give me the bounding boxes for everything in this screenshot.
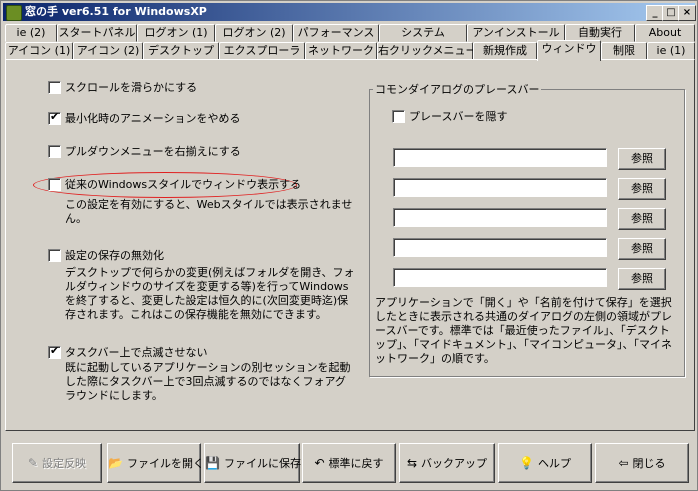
classic-style-checkbox[interactable]: [48, 178, 61, 191]
apply-button[interactable]: ✎ 設定反映: [12, 443, 102, 483]
disable-save-checkbox[interactable]: [48, 249, 61, 262]
tab-right-click-menu[interactable]: 右クリックメニュー: [377, 42, 477, 60]
places-path-input-2[interactable]: [393, 178, 607, 197]
check-icon: ✔: [50, 344, 60, 357]
folder-open-icon: 📂: [108, 456, 123, 470]
min-animation-label[interactable]: 最小化時のアニメーションをやめる: [65, 110, 241, 126]
disable-save-label[interactable]: 設定の保存の無効化: [65, 247, 164, 263]
smooth-scroll-checkbox[interactable]: [48, 81, 61, 94]
tab-performance[interactable]: パフォーマンス: [293, 24, 379, 42]
min-animation-checkbox[interactable]: ✔: [48, 110, 61, 125]
open-file-button[interactable]: 📂 ファイルを開く: [107, 443, 204, 483]
tab-start-panel[interactable]: スタートパネル: [57, 24, 137, 42]
disable-save-desc: デスクトップで何らかの変更(例えばフォルダを開き、フォルダウィンドウのサイズを変…: [65, 266, 355, 321]
places-path-input-1[interactable]: [393, 148, 607, 167]
backup-icon: ⇆: [406, 456, 418, 470]
browse-button-3[interactable]: 参照: [618, 208, 666, 230]
tab-system[interactable]: システム: [379, 24, 467, 42]
tab-window[interactable]: ウィンドウ: [537, 40, 601, 61]
classic-style-desc: この設定を有効にすると、Webスタイルでは表示されません。: [65, 198, 353, 225]
places-path-input-5[interactable]: [393, 268, 607, 287]
places-path-input-3[interactable]: [393, 208, 607, 227]
tab-ie-1[interactable]: ie (1): [647, 42, 695, 60]
tab-network[interactable]: ネットワーク: [305, 42, 377, 60]
apply-icon: ✎: [27, 456, 39, 470]
classic-style-label[interactable]: 従来のWindowsスタイルでウィンドウ表示する: [65, 176, 301, 192]
browse-button-2[interactable]: 参照: [618, 178, 666, 200]
help-icon: 💡: [519, 456, 534, 470]
tab-ie-2[interactable]: ie (2): [5, 24, 57, 42]
no-flash-desc: 既に起動しているアプリケーションの別セッションを起動した際にタスクバー上で3回点…: [65, 361, 351, 402]
tab-about[interactable]: About: [635, 24, 695, 42]
main-window: 窓の手 ver6.51 for WindowsXP _ □ × ie (2) ス…: [0, 0, 698, 491]
close-dialog-button[interactable]: ⇦ 閉じる: [595, 443, 689, 483]
menu-right-align-checkbox[interactable]: [48, 145, 61, 158]
places-bar-group-title: コモンダイアログのプレースバー: [373, 81, 542, 97]
tab-desktop[interactable]: デスクトップ: [143, 42, 219, 60]
browse-button-1[interactable]: 参照: [618, 148, 666, 170]
help-button[interactable]: 💡 ヘルプ: [498, 443, 592, 483]
places-bar-desc: アプリケーションで「開く」や「名前を付けて保存」を選択したときに表示される共通の…: [375, 296, 672, 365]
places-path-input-4[interactable]: [393, 238, 607, 257]
tab-logon-1[interactable]: ログオン (1): [137, 24, 215, 42]
close-button[interactable]: ×: [678, 5, 696, 21]
window-title: 窓の手 ver6.51 for WindowsXP: [25, 5, 207, 18]
menu-right-align-label[interactable]: プルダウンメニューを右揃えにする: [65, 143, 241, 159]
tab-new[interactable]: 新規作成: [473, 42, 537, 60]
tab-explorer[interactable]: エクスプローラ: [219, 42, 305, 60]
tab-icon-2[interactable]: アイコン (2): [73, 42, 143, 60]
hide-places-bar-label[interactable]: プレースバーを隠す: [409, 108, 507, 124]
hide-places-bar-checkbox[interactable]: [392, 110, 405, 123]
floppy-icon: 💾: [205, 456, 220, 470]
no-flash-checkbox[interactable]: ✔: [48, 344, 61, 359]
tab-restrictions[interactable]: 制限: [601, 42, 647, 60]
browse-button-4[interactable]: 参照: [618, 238, 666, 260]
check-icon: ✔: [50, 110, 60, 123]
save-file-button[interactable]: 💾 ファイルに保存: [204, 443, 301, 483]
tab-icon-1[interactable]: アイコン (1): [5, 42, 73, 60]
no-flash-label[interactable]: タスクバー上で点滅させない: [65, 344, 207, 360]
tab-logon-2[interactable]: ログオン (2): [215, 24, 293, 42]
app-icon: [6, 5, 22, 21]
backup-button[interactable]: ⇆ バックアップ: [399, 443, 495, 483]
undo-icon: ↶: [314, 456, 325, 470]
close-door-icon: ⇦: [618, 456, 629, 470]
title-bar[interactable]: 窓の手 ver6.51 for WindowsXP _ □ ×: [3, 3, 696, 21]
restore-default-button[interactable]: ↶ 標準に戻す: [302, 443, 396, 483]
smooth-scroll-label[interactable]: スクロールを滑らかにする: [65, 79, 197, 95]
browse-button-5[interactable]: 参照: [618, 268, 666, 290]
